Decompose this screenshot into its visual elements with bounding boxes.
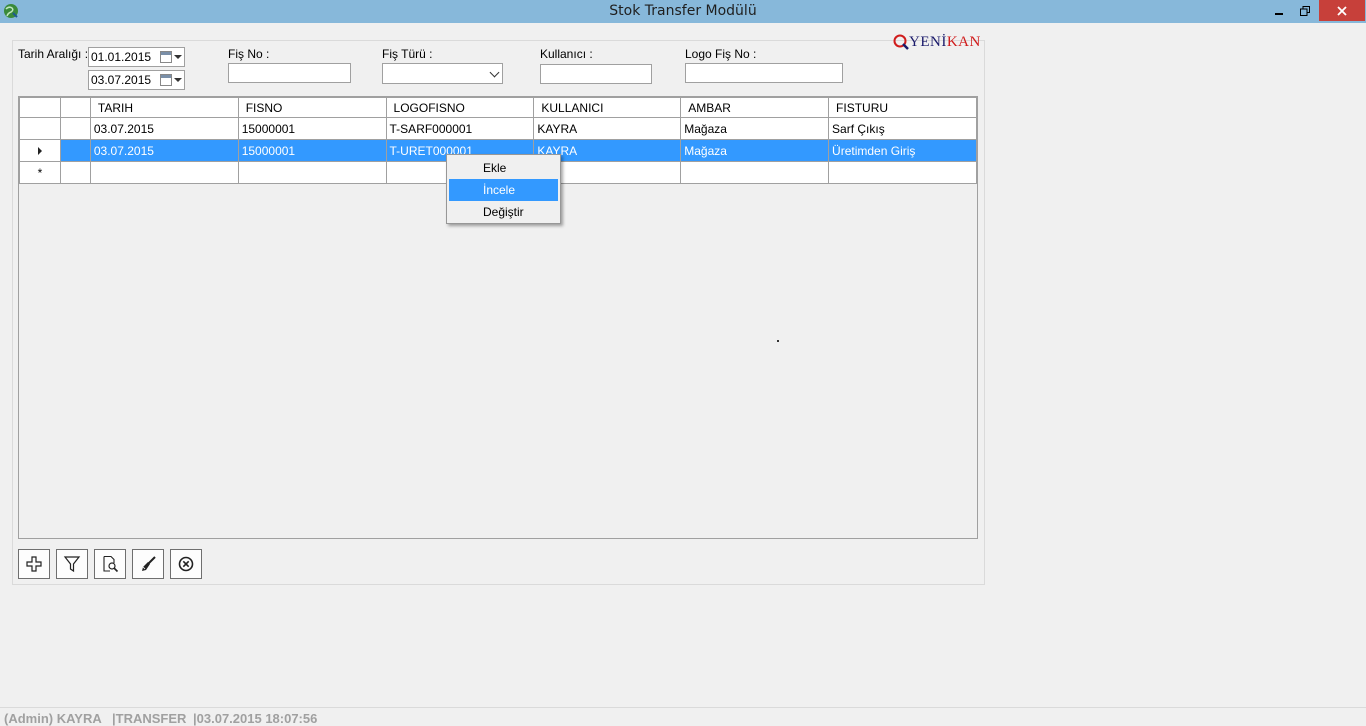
column-header-fisturu[interactable]: FISTURU — [828, 97, 977, 118]
date-from-value: 01.01.2015 — [91, 50, 152, 64]
menu-item-degistir[interactable]: Değiştir — [449, 201, 558, 223]
menu-item-ekle[interactable]: Ekle — [449, 157, 558, 179]
grid-blank-column-header — [59, 97, 91, 118]
add-button[interactable] — [18, 549, 50, 579]
calendar-icon — [160, 74, 172, 86]
kullanici-label: Kullanıcı : — [540, 47, 593, 61]
close-window-button[interactable] — [1319, 0, 1365, 21]
restore-icon — [1300, 5, 1310, 16]
filter-icon — [63, 556, 81, 573]
column-header-tarih[interactable]: TARIH — [89, 97, 239, 118]
table-row[interactable]: 03.07.2015 15000001 T-SARF000001 KAYRA M… — [19, 117, 977, 140]
stray-dot — [777, 340, 779, 342]
close-circle-icon — [178, 556, 194, 572]
fis-no-input[interactable] — [228, 63, 351, 83]
table-cell[interactable] — [59, 117, 91, 140]
table-cell[interactable]: T-SARF000001 — [385, 117, 535, 140]
table-cell[interactable]: 15000001 — [237, 139, 387, 162]
window-title: Stok Transfer Modülü — [609, 3, 757, 19]
date-from-picker[interactable]: 01.01.2015 — [88, 47, 185, 67]
menu-item-incele[interactable]: İncele — [449, 179, 558, 201]
company-logo: YENİKAN — [892, 32, 986, 52]
table-cell[interactable]: 03.07.2015 — [89, 117, 239, 140]
table-cell[interactable]: Üretimden Giriş — [828, 139, 977, 162]
table-cell[interactable] — [59, 161, 91, 184]
column-header-kullanici[interactable]: KULLANICI — [533, 97, 682, 118]
chevron-down-icon — [174, 78, 182, 82]
preview-icon — [103, 555, 119, 573]
table-cell[interactable] — [59, 139, 91, 162]
status-module: |TRANSFER — [112, 711, 187, 726]
table-cell[interactable]: Mağaza — [680, 117, 830, 140]
fis-no-label: Fiş No : — [228, 47, 270, 61]
logo-text: YENİKAN — [909, 34, 981, 51]
brush-icon — [141, 556, 156, 571]
minimize-icon — [1275, 12, 1283, 15]
column-header-fisno[interactable]: FISNO — [237, 97, 387, 118]
column-header-logofisno[interactable]: LOGOFISNO — [385, 97, 535, 118]
logo-text-kan: KAN — [946, 34, 981, 50]
calendar-icon — [160, 51, 172, 63]
kullanici-input[interactable] — [540, 64, 652, 84]
table-cell[interactable] — [828, 161, 977, 184]
row-header-corner — [19, 97, 61, 118]
title-bar: Stok Transfer Modülü — [0, 0, 1366, 23]
chevron-down-icon — [489, 67, 500, 78]
table-cell[interactable] — [89, 161, 239, 184]
date-to-picker[interactable]: 03.07.2015 — [88, 70, 185, 90]
restore-button[interactable] — [1292, 0, 1318, 21]
column-header-ambar[interactable]: AMBAR — [680, 97, 830, 118]
table-cell[interactable] — [680, 161, 830, 184]
logo-fis-no-label: Logo Fiş No : — [685, 47, 757, 61]
table-cell[interactable]: KAYRA — [533, 117, 682, 140]
status-bar: (Admin) KAYRA |TRANSFER |03.07.2015 18:0… — [0, 707, 1366, 726]
logo-fis-no-input[interactable] — [685, 63, 843, 83]
table-cell[interactable]: 03.07.2015 — [89, 139, 239, 162]
add-icon — [26, 556, 42, 572]
row-header[interactable] — [19, 139, 61, 162]
date-range-label: Tarih Aralığı : — [18, 47, 89, 61]
minimize-button[interactable] — [1266, 0, 1292, 21]
chevron-down-icon — [174, 55, 182, 59]
current-row-arrow-icon — [37, 147, 42, 156]
table-cell[interactable]: 15000001 — [237, 117, 387, 140]
clear-button[interactable] — [132, 549, 164, 579]
logo-mark-icon — [893, 34, 909, 50]
close-icon — [1337, 5, 1347, 16]
context-menu: Ekle İncele Değiştir — [446, 154, 561, 224]
table-cell[interactable]: Mağaza — [680, 139, 830, 162]
fis-turu-label: Fiş Türü : — [382, 47, 433, 61]
new-row-marker[interactable]: * — [19, 161, 61, 184]
table-cell[interactable] — [237, 161, 387, 184]
table-cell[interactable]: Sarf Çıkış — [828, 117, 977, 140]
status-user: (Admin) KAYRA — [4, 711, 102, 726]
filter-button[interactable] — [56, 549, 88, 579]
date-to-value: 03.07.2015 — [91, 73, 152, 87]
preview-button[interactable] — [94, 549, 126, 579]
close-form-button[interactable] — [170, 549, 202, 579]
logo-text-yeni: YENİ — [909, 34, 947, 50]
status-datetime: |03.07.2015 18:07:56 — [193, 711, 318, 726]
grid-header-row: TARIH FISNO LOGOFISNO KULLANICI AMBAR FI… — [19, 97, 977, 118]
fis-turu-select[interactable] — [382, 63, 503, 84]
row-header[interactable] — [19, 117, 61, 140]
